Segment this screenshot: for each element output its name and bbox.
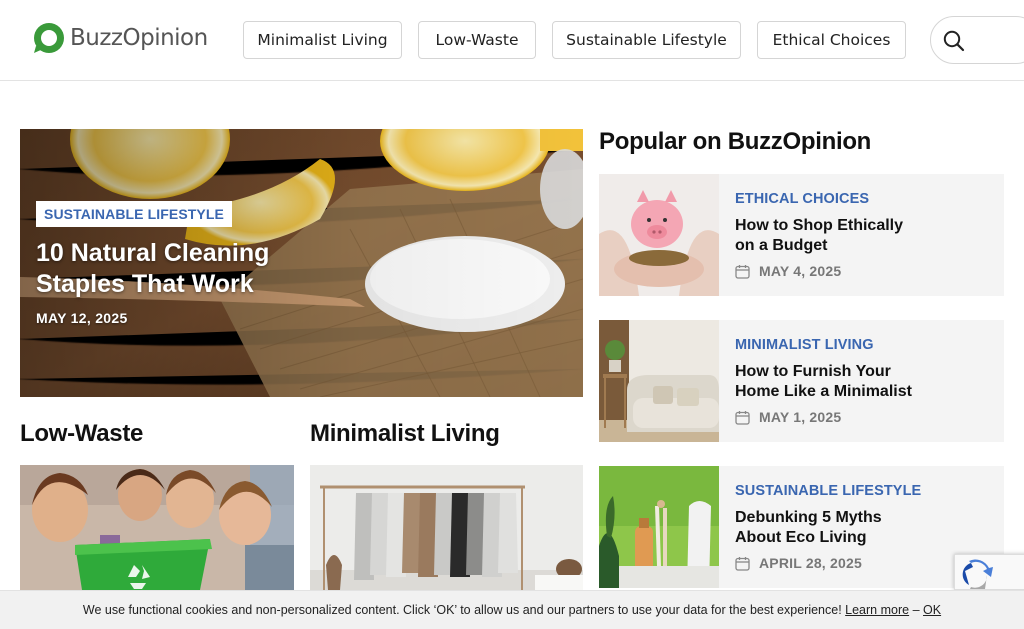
nav-ethical-choices[interactable]: Ethical Choices [757, 21, 906, 59]
site-logo[interactable]: BuzzOpinion [32, 22, 208, 54]
popular-card-date-text: MAY 1, 2025 [759, 409, 842, 425]
nav-minimalist-living[interactable]: Minimalist Living [243, 21, 402, 59]
hero-article[interactable]: SUSTAINABLE LIFESTYLE 10 Natural Cleanin… [20, 129, 583, 397]
popular-card-date: MAY 1, 2025 [735, 409, 841, 425]
popular-card-category[interactable]: MINIMALIST LIVING [735, 337, 874, 353]
popular-heading: Popular on BuzzOpinion [599, 128, 872, 155]
search-button[interactable] [930, 16, 1024, 64]
popular-card-date: MAY 4, 2025 [735, 263, 841, 279]
recaptcha-badge[interactable] [954, 554, 1024, 590]
hero-date: MAY 12, 2025 [36, 310, 128, 326]
calendar-icon [735, 556, 750, 571]
cookie-separator: – [912, 603, 920, 617]
popular-card-date-text: MAY 4, 2025 [759, 263, 842, 279]
popular-card-image[interactable] [599, 174, 719, 296]
popular-card-date: APRIL 28, 2025 [735, 555, 862, 571]
popular-card-image[interactable] [599, 320, 719, 442]
popular-card[interactable]: ETHICAL CHOICES How to Shop Ethically on… [599, 174, 1004, 296]
logo-icon [32, 22, 66, 54]
popular-card-category[interactable]: SUSTAINABLE LIFESTYLE [735, 483, 921, 499]
cookie-ok-button[interactable]: OK [923, 603, 941, 617]
low-waste-article-image[interactable] [20, 465, 294, 590]
hero-category-badge[interactable]: SUSTAINABLE LIFESTYLE [36, 201, 232, 227]
popular-card-title[interactable]: Debunking 5 Myths About Eco Living [735, 508, 925, 548]
nav-sustainable-lifestyle[interactable]: Sustainable Lifestyle [552, 21, 741, 59]
section-title-low-waste[interactable]: Low-Waste [20, 420, 143, 448]
logo-text: BuzzOpinion [70, 25, 208, 51]
popular-card-category[interactable]: ETHICAL CHOICES [735, 191, 869, 207]
calendar-icon [735, 264, 750, 279]
cookie-text: We use functional cookies and non-person… [82, 603, 842, 617]
recaptcha-icon [962, 559, 993, 589]
popular-card-title[interactable]: How to Shop Ethically on a Budget [735, 216, 925, 256]
hero-title[interactable]: 10 Natural Cleaning Staples That Work [36, 238, 336, 300]
nav-low-waste[interactable]: Low-Waste [418, 21, 536, 59]
popular-card[interactable]: MINIMALIST LIVING How to Furnish Your Ho… [599, 320, 1004, 442]
calendar-icon [735, 410, 750, 425]
popular-card[interactable]: SUSTAINABLE LIFESTYLE Debunking 5 Myths … [599, 466, 1004, 588]
site-header: BuzzOpinion Minimalist Living Low-Waste … [0, 0, 1024, 81]
popular-card-date-text: APRIL 28, 2025 [759, 555, 862, 571]
minimalist-article-image[interactable] [310, 465, 583, 590]
popular-card-image[interactable] [599, 466, 719, 588]
section-title-minimalist-living[interactable]: Minimalist Living [310, 420, 500, 448]
cookie-learn-more-link[interactable]: Learn more [845, 603, 909, 617]
search-icon [943, 30, 965, 52]
cookie-banner: We use functional cookies and non-person… [0, 590, 1024, 629]
popular-card-title[interactable]: How to Furnish Your Home Like a Minimali… [735, 362, 925, 402]
